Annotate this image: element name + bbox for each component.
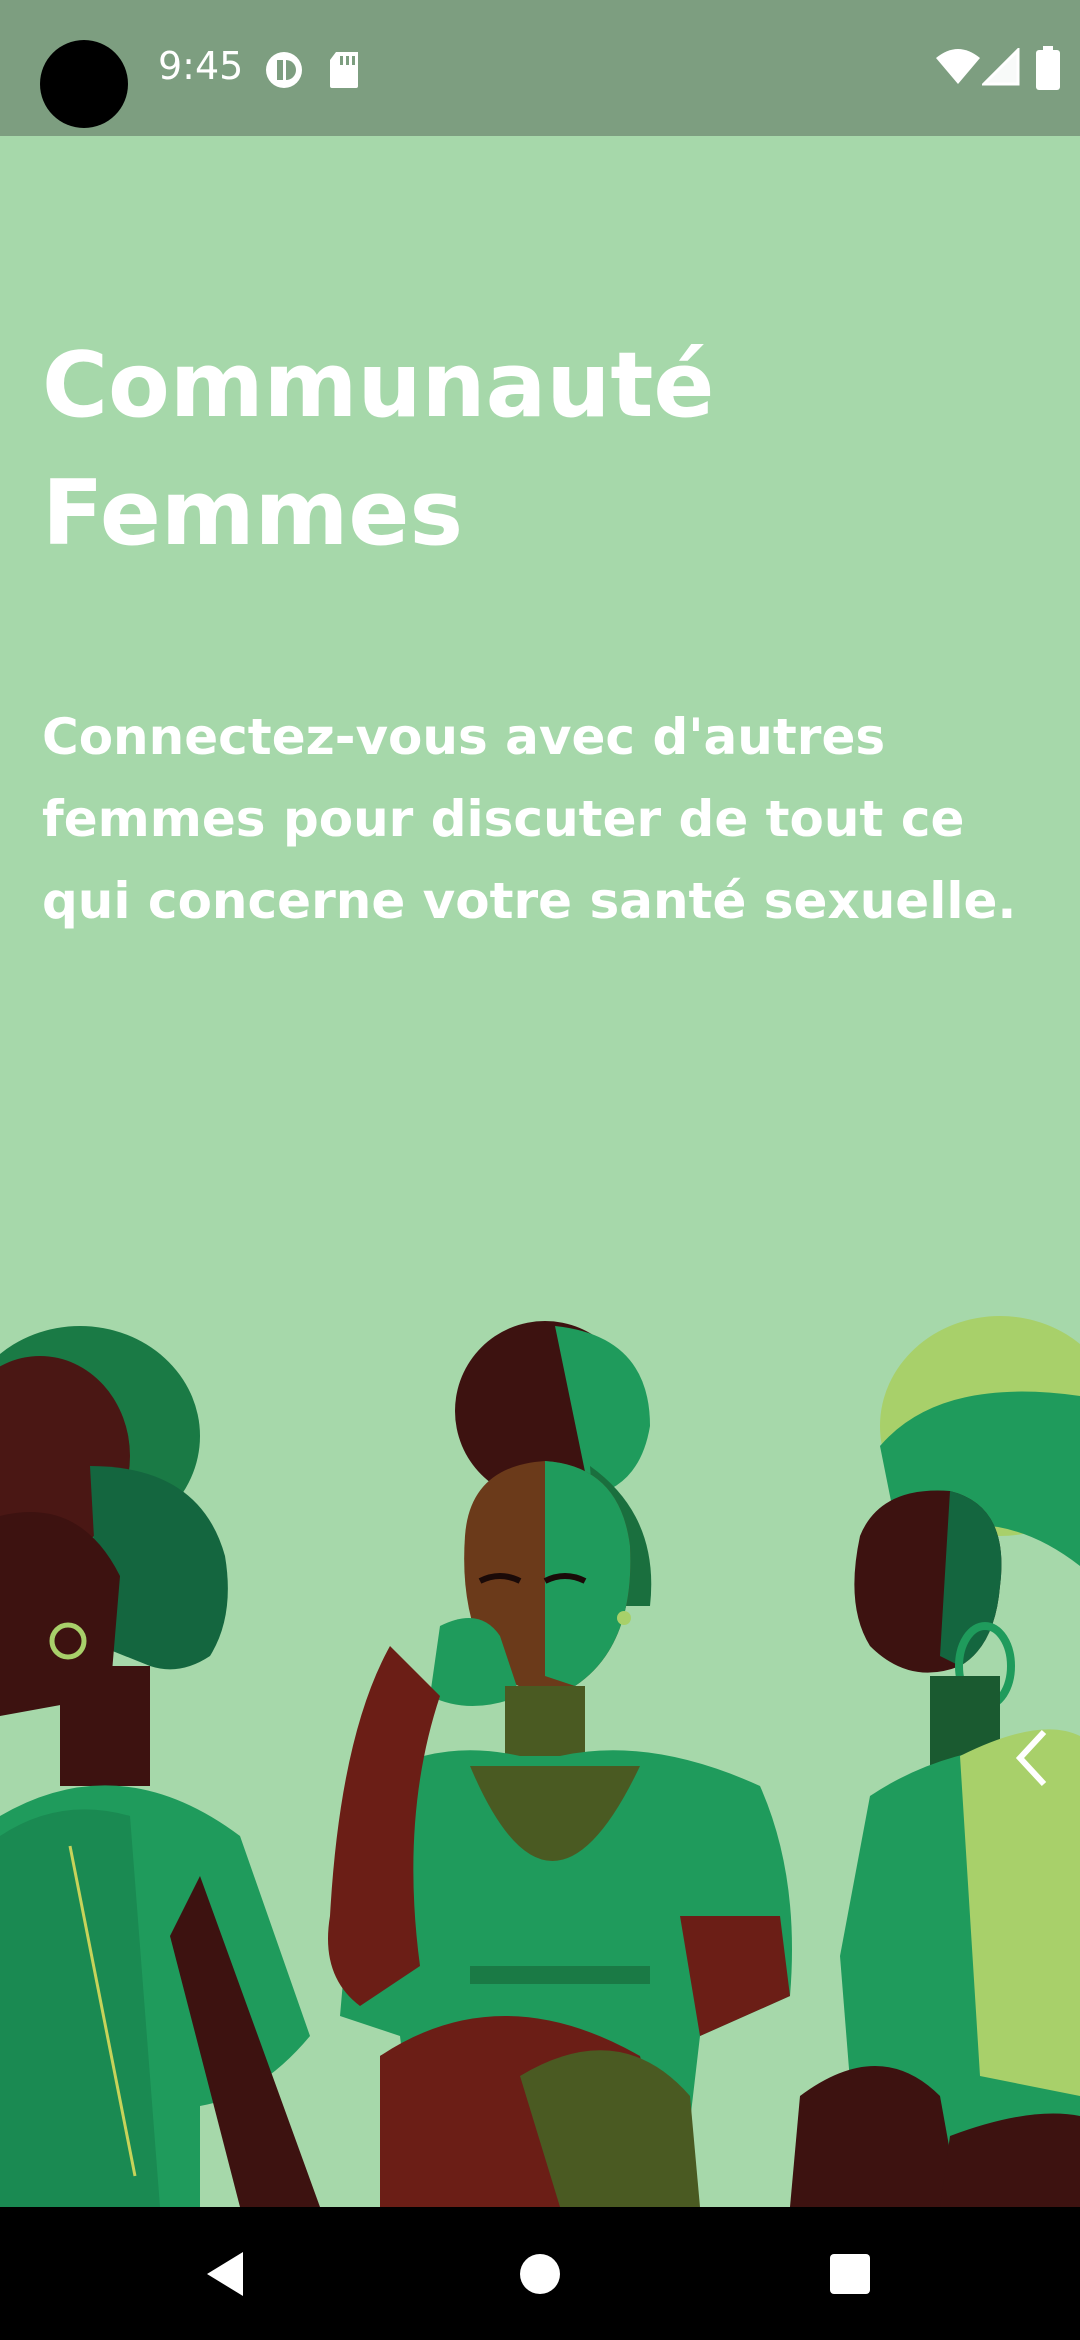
chevron-left-icon[interactable] bbox=[1012, 1728, 1052, 1788]
nav-back-button[interactable] bbox=[165, 2207, 285, 2340]
camera-cutout bbox=[40, 40, 128, 128]
home-circle-icon bbox=[520, 2253, 560, 2294]
wifi-icon bbox=[936, 49, 980, 84]
navigation-bar bbox=[0, 2207, 1080, 2340]
woman-left bbox=[0, 1326, 320, 2207]
three-women-talking-illustration bbox=[0, 1316, 1080, 2207]
back-triangle-icon bbox=[207, 2251, 243, 2296]
woman-middle bbox=[328, 1321, 792, 2207]
status-time: 9:45 bbox=[158, 44, 244, 88]
nav-recents-button[interactable] bbox=[790, 2207, 910, 2340]
sd-card-icon bbox=[330, 52, 358, 88]
signal-icon bbox=[982, 48, 1020, 86]
recents-square-icon bbox=[830, 2253, 870, 2294]
page-title: Communauté Femmes bbox=[42, 333, 715, 566]
status-bar: 9:45 bbox=[0, 0, 1080, 136]
battery-icon bbox=[1036, 46, 1060, 90]
onboarding-screen: Communauté Femmes Connectez-vous avec d'… bbox=[0, 136, 1080, 2207]
page-subtitle: Connectez-vous avec d'autres femmes pour… bbox=[42, 708, 1017, 930]
nav-home-button[interactable] bbox=[480, 2207, 600, 2340]
data-saver-icon bbox=[266, 52, 302, 88]
